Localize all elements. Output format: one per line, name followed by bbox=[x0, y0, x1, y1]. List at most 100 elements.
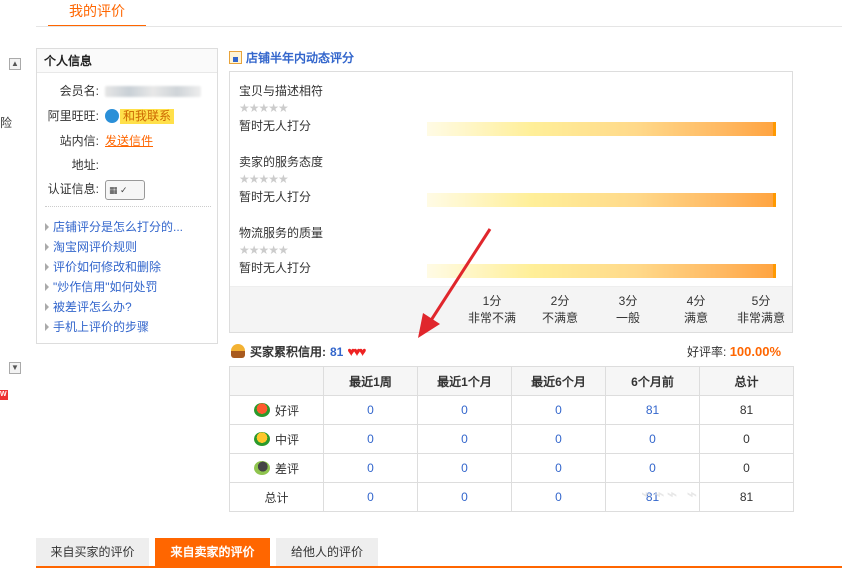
scroll-up-icon[interactable]: ▲ bbox=[9, 58, 21, 70]
divider bbox=[45, 206, 211, 207]
table-cell[interactable]: 0 bbox=[323, 395, 418, 425]
table-cell[interactable]: 0 bbox=[323, 424, 418, 454]
scale-5: 5分 非常满意 bbox=[736, 294, 785, 325]
table-cell-total: 81 bbox=[699, 395, 794, 425]
cert-label: 认证信息: bbox=[47, 182, 99, 196]
score-scale: 1分 非常不满 2分 不满意 3分 一般 4分 满意 5分 非常满意 bbox=[230, 286, 792, 332]
clipped-sidebar-text: 险 bbox=[0, 116, 13, 130]
wangwang-icon bbox=[105, 108, 119, 123]
table-cell[interactable]: 81 bbox=[605, 395, 700, 425]
dynamic-rating-panel: 宝贝与描述相符 ★★★★★ 暂时无人打分 卖家的服务态度 ★★★★★ 暂时无人打… bbox=[229, 71, 793, 333]
new-badge: W bbox=[0, 390, 8, 400]
row-label-total: 总计 bbox=[229, 482, 324, 512]
dynamic-rating-header: 店铺半年内动态评分 bbox=[229, 48, 354, 68]
table-row: 中评 0 0 0 0 0 bbox=[229, 424, 794, 454]
scale-4: 4分 满意 bbox=[683, 294, 708, 325]
tab-from-sellers[interactable]: 来自卖家的评价 bbox=[155, 538, 270, 566]
buyer-credit-label: 买家累积信用: bbox=[250, 345, 326, 359]
table-cell[interactable]: 0 bbox=[511, 453, 606, 483]
table-row: 好评 0 0 0 81 81 bbox=[229, 395, 794, 425]
contact-me-label[interactable]: 和我联系 bbox=[120, 109, 175, 124]
wangwang-label: 阿里旺旺: bbox=[47, 109, 99, 123]
table-cell-total: 0 bbox=[699, 424, 794, 454]
certification-icon[interactable]: ▦ ✓ bbox=[105, 180, 145, 200]
scale-3: 3分 一般 bbox=[615, 294, 640, 325]
watermark: ⌁⌁⌁ ⌁ bbox=[641, 484, 700, 504]
dynamic-rating-title: 店铺半年内动态评分 bbox=[246, 51, 355, 65]
message-row: 站内信: 发送信件 bbox=[37, 131, 217, 151]
scale-2: 2分 不满意 bbox=[541, 294, 578, 325]
personal-info-title: 个人信息 bbox=[37, 49, 217, 73]
table-cell-total: 81 bbox=[699, 482, 794, 512]
tab-my-ratings[interactable]: 我的评价 bbox=[48, 0, 146, 27]
table-cell[interactable]: 0 bbox=[605, 453, 700, 483]
positive-rate: 好评率: 100.00% bbox=[687, 343, 781, 361]
tab-from-buyers[interactable]: 来自买家的评价 bbox=[36, 538, 149, 566]
star-rating: ★★★★★ bbox=[239, 101, 289, 115]
table-row: 差评 0 0 0 0 0 bbox=[229, 453, 794, 483]
column-header: 总计 bbox=[699, 366, 794, 396]
help-link-bad-review[interactable]: 被差评怎么办? bbox=[45, 297, 183, 317]
table-row: 总计 0 0 0 81 81 bbox=[229, 482, 794, 512]
send-message-link[interactable]: 发送信件 bbox=[105, 131, 153, 151]
row-label-bad: 差评 bbox=[229, 453, 324, 483]
table-cell[interactable]: 0 bbox=[417, 395, 512, 425]
metric-name: 物流服务的质量 bbox=[239, 226, 324, 240]
contact-me-button[interactable]: 和我联系 bbox=[105, 106, 175, 126]
flower-bad-icon bbox=[254, 460, 270, 475]
table-cell[interactable]: 0 bbox=[511, 482, 606, 512]
score-bar bbox=[427, 193, 776, 207]
member-name-redacted bbox=[105, 86, 201, 97]
help-link-rules[interactable]: 淘宝网评价规则 bbox=[45, 237, 183, 257]
table-cell[interactable]: 0 bbox=[323, 453, 418, 483]
review-source-tabs: 来自买家的评价 来自卖家的评价 给他人的评价 bbox=[36, 538, 842, 568]
personal-info-panel: 个人信息 会员名: 阿里旺旺: 和我联系 站内信: 发送信件 地址: 认证信息:… bbox=[36, 48, 218, 344]
tab-underline bbox=[36, 26, 842, 27]
row-label-neutral: 中评 bbox=[229, 424, 324, 454]
flower-good-icon bbox=[254, 402, 270, 417]
metric-name: 宝贝与描述相符 bbox=[239, 84, 324, 98]
member-label: 会员名: bbox=[59, 84, 99, 98]
column-header: 6个月前 bbox=[605, 366, 700, 396]
message-label: 站内信: bbox=[59, 134, 99, 148]
table-cell[interactable]: 0 bbox=[417, 482, 512, 512]
buyer-credit-value: 81 bbox=[330, 345, 344, 359]
help-link-modify-delete[interactable]: 评价如何修改和删除 bbox=[45, 257, 183, 277]
table-cell[interactable]: 0 bbox=[605, 424, 700, 454]
metric-logistics: 物流服务的质量 ★★★★★ 暂时无人打分 bbox=[239, 224, 779, 278]
table-cell-total: 0 bbox=[699, 453, 794, 483]
column-header: 最近6个月 bbox=[511, 366, 606, 396]
tab-to-others[interactable]: 给他人的评价 bbox=[276, 538, 378, 566]
address-row: 地址: bbox=[37, 155, 217, 175]
table-cell[interactable]: 0 bbox=[323, 482, 418, 512]
positive-rate-label: 好评率: bbox=[687, 345, 727, 359]
cert-row: 认证信息: ▦ ✓ bbox=[37, 179, 217, 200]
help-link-rating-method[interactable]: 店铺评分是怎么打分的... bbox=[45, 217, 183, 237]
help-link-hype-penalty[interactable]: "炒作信用"如何处罚 bbox=[45, 277, 183, 297]
metric-description: 宝贝与描述相符 ★★★★★ 暂时无人打分 bbox=[239, 82, 779, 136]
star-rating: ★★★★★ bbox=[239, 243, 289, 257]
buyer-icon bbox=[231, 344, 245, 358]
annotation-arrow bbox=[418, 228, 492, 338]
scroll-down-icon[interactable]: ▼ bbox=[9, 362, 21, 374]
help-link-mobile-steps[interactable]: 手机上评价的步骤 bbox=[45, 317, 183, 337]
table-cell[interactable]: 0 bbox=[417, 424, 512, 454]
table-cell[interactable]: 0 bbox=[511, 424, 606, 454]
star-rating: ★★★★★ bbox=[239, 172, 289, 186]
positive-rate-value: 100.00% bbox=[729, 344, 782, 359]
flower-neutral-icon bbox=[254, 431, 270, 446]
score-bar bbox=[427, 122, 776, 136]
metric-name: 卖家的服务态度 bbox=[239, 155, 324, 169]
buyer-credit: 买家累积信用: 81 ♥♥♥ bbox=[231, 343, 367, 361]
ratings-table: 最近1周 最近1个月 最近6个月 6个月前 总计 好评 0 0 0 81 81 … bbox=[229, 366, 794, 512]
member-row: 会员名: bbox=[37, 81, 217, 101]
heart-level-icon: ♥♥♥ bbox=[347, 344, 366, 359]
column-header: 最近1个月 bbox=[417, 366, 512, 396]
table-cell[interactable]: 0 bbox=[417, 453, 512, 483]
wangwang-row: 阿里旺旺: 和我联系 bbox=[37, 106, 217, 126]
metric-service: 卖家的服务态度 ★★★★★ 暂时无人打分 bbox=[239, 153, 779, 207]
table-cell[interactable]: 0 bbox=[511, 395, 606, 425]
table-header-row: 最近1周 最近1个月 最近6个月 6个月前 总计 bbox=[229, 366, 794, 396]
column-header bbox=[229, 366, 324, 396]
help-links: 店铺评分是怎么打分的... 淘宝网评价规则 评价如何修改和删除 "炒作信用"如何… bbox=[45, 217, 183, 337]
